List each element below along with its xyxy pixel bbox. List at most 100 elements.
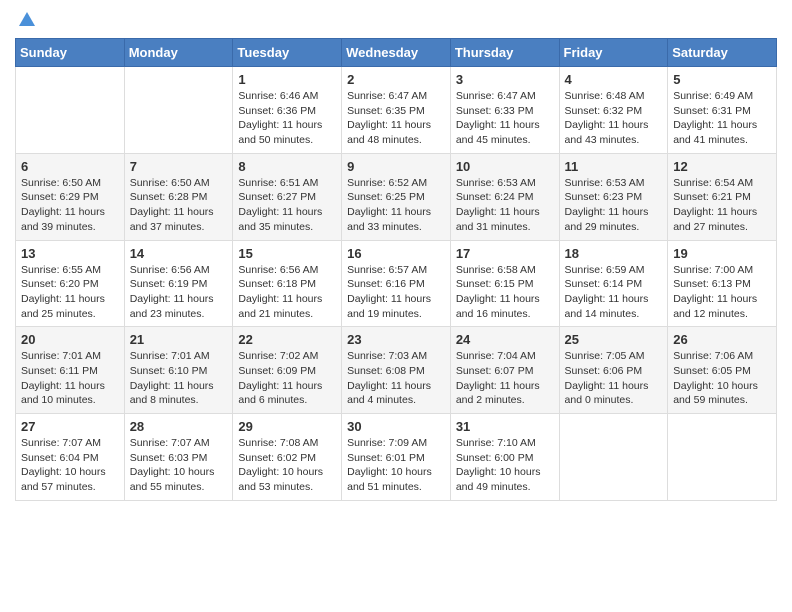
day-info: Sunrise: 7:03 AM Sunset: 6:08 PM Dayligh… — [347, 349, 445, 408]
daylight-label: Daylight: 11 hours and 45 minutes. — [456, 119, 540, 146]
day-number: 22 — [238, 332, 336, 347]
daylight-label: Daylight: 11 hours and 41 minutes. — [673, 119, 757, 146]
calendar-cell: 28 Sunrise: 7:07 AM Sunset: 6:03 PM Dayl… — [124, 414, 233, 501]
day-number: 7 — [130, 159, 228, 174]
day-info: Sunrise: 7:04 AM Sunset: 6:07 PM Dayligh… — [456, 349, 554, 408]
page: SundayMondayTuesdayWednesdayThursdayFrid… — [0, 0, 792, 516]
daylight-label: Daylight: 11 hours and 8 minutes. — [130, 380, 214, 407]
day-number: 13 — [21, 246, 119, 261]
daylight-label: Daylight: 10 hours and 53 minutes. — [238, 466, 323, 493]
calendar-cell: 2 Sunrise: 6:47 AM Sunset: 6:35 PM Dayli… — [342, 67, 451, 154]
calendar-weekday-wednesday: Wednesday — [342, 39, 451, 67]
sunrise-label: Sunrise: 7:07 AM — [21, 437, 101, 449]
daylight-label: Daylight: 10 hours and 55 minutes. — [130, 466, 215, 493]
day-info: Sunrise: 6:56 AM Sunset: 6:19 PM Dayligh… — [130, 263, 228, 322]
day-number: 19 — [673, 246, 771, 261]
day-number: 27 — [21, 419, 119, 434]
day-number: 20 — [21, 332, 119, 347]
calendar-cell: 7 Sunrise: 6:50 AM Sunset: 6:28 PM Dayli… — [124, 153, 233, 240]
daylight-label: Daylight: 11 hours and 29 minutes. — [565, 206, 649, 233]
day-info: Sunrise: 6:48 AM Sunset: 6:32 PM Dayligh… — [565, 89, 663, 148]
calendar: SundayMondayTuesdayWednesdayThursdayFrid… — [15, 38, 777, 501]
day-number: 3 — [456, 72, 554, 87]
calendar-weekday-friday: Friday — [559, 39, 668, 67]
daylight-label: Daylight: 11 hours and 31 minutes. — [456, 206, 540, 233]
day-info: Sunrise: 6:54 AM Sunset: 6:21 PM Dayligh… — [673, 176, 771, 235]
day-number: 14 — [130, 246, 228, 261]
calendar-cell: 11 Sunrise: 6:53 AM Sunset: 6:23 PM Dayl… — [559, 153, 668, 240]
daylight-label: Daylight: 11 hours and 43 minutes. — [565, 119, 649, 146]
sunset-label: Sunset: 6:01 PM — [347, 452, 425, 464]
calendar-week-row: 1 Sunrise: 6:46 AM Sunset: 6:36 PM Dayli… — [16, 67, 777, 154]
sunrise-label: Sunrise: 7:08 AM — [238, 437, 318, 449]
sunset-label: Sunset: 6:35 PM — [347, 105, 425, 117]
day-info: Sunrise: 6:55 AM Sunset: 6:20 PM Dayligh… — [21, 263, 119, 322]
calendar-cell: 14 Sunrise: 6:56 AM Sunset: 6:19 PM Dayl… — [124, 240, 233, 327]
calendar-week-row: 27 Sunrise: 7:07 AM Sunset: 6:04 PM Dayl… — [16, 414, 777, 501]
daylight-label: Daylight: 11 hours and 10 minutes. — [21, 380, 105, 407]
day-number: 9 — [347, 159, 445, 174]
sunrise-label: Sunrise: 7:03 AM — [347, 350, 427, 362]
day-info: Sunrise: 6:46 AM Sunset: 6:36 PM Dayligh… — [238, 89, 336, 148]
calendar-cell: 10 Sunrise: 6:53 AM Sunset: 6:24 PM Dayl… — [450, 153, 559, 240]
daylight-label: Daylight: 11 hours and 23 minutes. — [130, 293, 214, 320]
daylight-label: Daylight: 11 hours and 35 minutes. — [238, 206, 322, 233]
sunset-label: Sunset: 6:36 PM — [238, 105, 316, 117]
sunrise-label: Sunrise: 6:56 AM — [238, 264, 318, 276]
calendar-body: 1 Sunrise: 6:46 AM Sunset: 6:36 PM Dayli… — [16, 67, 777, 501]
sunset-label: Sunset: 6:08 PM — [347, 365, 425, 377]
sunset-label: Sunset: 6:20 PM — [21, 278, 99, 290]
calendar-cell: 30 Sunrise: 7:09 AM Sunset: 6:01 PM Dayl… — [342, 414, 451, 501]
sunset-label: Sunset: 6:13 PM — [673, 278, 751, 290]
day-info: Sunrise: 7:07 AM Sunset: 6:04 PM Dayligh… — [21, 436, 119, 495]
calendar-cell — [559, 414, 668, 501]
sunrise-label: Sunrise: 6:51 AM — [238, 177, 318, 189]
day-info: Sunrise: 6:58 AM Sunset: 6:15 PM Dayligh… — [456, 263, 554, 322]
day-info: Sunrise: 6:56 AM Sunset: 6:18 PM Dayligh… — [238, 263, 336, 322]
sunrise-label: Sunrise: 6:53 AM — [456, 177, 536, 189]
day-info: Sunrise: 7:08 AM Sunset: 6:02 PM Dayligh… — [238, 436, 336, 495]
calendar-header-row: SundayMondayTuesdayWednesdayThursdayFrid… — [16, 39, 777, 67]
calendar-weekday-monday: Monday — [124, 39, 233, 67]
daylight-label: Daylight: 11 hours and 4 minutes. — [347, 380, 431, 407]
sunset-label: Sunset: 6:05 PM — [673, 365, 751, 377]
sunrise-label: Sunrise: 7:10 AM — [456, 437, 536, 449]
day-number: 23 — [347, 332, 445, 347]
day-number: 21 — [130, 332, 228, 347]
calendar-weekday-thursday: Thursday — [450, 39, 559, 67]
sunrise-label: Sunrise: 6:46 AM — [238, 90, 318, 102]
sunset-label: Sunset: 6:32 PM — [565, 105, 643, 117]
sunset-label: Sunset: 6:18 PM — [238, 278, 316, 290]
day-number: 17 — [456, 246, 554, 261]
daylight-label: Daylight: 11 hours and 19 minutes. — [347, 293, 431, 320]
calendar-cell: 5 Sunrise: 6:49 AM Sunset: 6:31 PM Dayli… — [668, 67, 777, 154]
calendar-cell: 22 Sunrise: 7:02 AM Sunset: 6:09 PM Dayl… — [233, 327, 342, 414]
calendar-week-row: 13 Sunrise: 6:55 AM Sunset: 6:20 PM Dayl… — [16, 240, 777, 327]
day-number: 2 — [347, 72, 445, 87]
daylight-label: Daylight: 11 hours and 16 minutes. — [456, 293, 540, 320]
day-info: Sunrise: 7:02 AM Sunset: 6:09 PM Dayligh… — [238, 349, 336, 408]
sunset-label: Sunset: 6:25 PM — [347, 191, 425, 203]
daylight-label: Daylight: 11 hours and 33 minutes. — [347, 206, 431, 233]
calendar-weekday-saturday: Saturday — [668, 39, 777, 67]
calendar-cell: 3 Sunrise: 6:47 AM Sunset: 6:33 PM Dayli… — [450, 67, 559, 154]
calendar-cell: 29 Sunrise: 7:08 AM Sunset: 6:02 PM Dayl… — [233, 414, 342, 501]
daylight-label: Daylight: 11 hours and 12 minutes. — [673, 293, 757, 320]
sunrise-label: Sunrise: 6:49 AM — [673, 90, 753, 102]
calendar-cell — [668, 414, 777, 501]
sunrise-label: Sunrise: 7:02 AM — [238, 350, 318, 362]
sunrise-label: Sunrise: 7:07 AM — [130, 437, 210, 449]
calendar-weekday-tuesday: Tuesday — [233, 39, 342, 67]
daylight-label: Daylight: 10 hours and 49 minutes. — [456, 466, 541, 493]
calendar-cell: 20 Sunrise: 7:01 AM Sunset: 6:11 PM Dayl… — [16, 327, 125, 414]
day-info: Sunrise: 7:10 AM Sunset: 6:00 PM Dayligh… — [456, 436, 554, 495]
calendar-cell: 23 Sunrise: 7:03 AM Sunset: 6:08 PM Dayl… — [342, 327, 451, 414]
daylight-label: Daylight: 11 hours and 21 minutes. — [238, 293, 322, 320]
sunset-label: Sunset: 6:15 PM — [456, 278, 534, 290]
daylight-label: Daylight: 11 hours and 48 minutes. — [347, 119, 431, 146]
sunrise-label: Sunrise: 6:56 AM — [130, 264, 210, 276]
calendar-cell — [124, 67, 233, 154]
calendar-cell: 18 Sunrise: 6:59 AM Sunset: 6:14 PM Dayl… — [559, 240, 668, 327]
calendar-cell: 17 Sunrise: 6:58 AM Sunset: 6:15 PM Dayl… — [450, 240, 559, 327]
day-number: 11 — [565, 159, 663, 174]
